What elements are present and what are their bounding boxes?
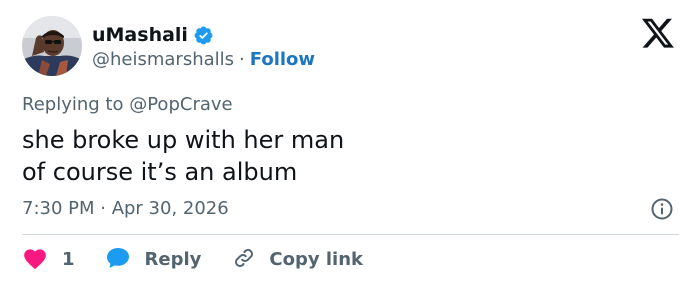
avatar-photo — [22, 16, 82, 76]
reply-button[interactable]: Reply — [105, 246, 202, 274]
replying-prefix: Replying to — [22, 94, 124, 115]
follow-button[interactable]: Follow — [250, 49, 315, 70]
separator-dot: · — [239, 49, 245, 70]
avatar[interactable] — [22, 16, 82, 76]
handle-row: @heismarshalls · Follow — [92, 48, 315, 72]
user-handle[interactable]: @heismarshalls — [92, 49, 234, 70]
divider — [22, 234, 679, 235]
tweet-text: she broke up with her man of course it’s… — [22, 124, 344, 188]
like-count: 1 — [62, 249, 75, 270]
copy-link-button[interactable]: Copy link — [231, 246, 363, 274]
display-name-row: uMashali — [92, 22, 214, 48]
display-name[interactable]: uMashali — [92, 22, 188, 48]
copy-link-label: Copy link — [269, 249, 363, 270]
tweet-text-line: of course it’s an album — [22, 158, 298, 186]
heart-icon — [22, 246, 48, 274]
like-button[interactable]: 1 — [22, 246, 75, 274]
timestamp[interactable]: 7:30 PM · Apr 30, 2026 — [22, 196, 229, 222]
replying-to-mention[interactable]: @PopCrave — [129, 94, 232, 115]
replying-to: Replying to @PopCrave — [22, 92, 233, 118]
tweet-card: uMashali @heismarshalls · Follow Replying … — [0, 0, 700, 287]
x-logo-icon[interactable] — [640, 18, 676, 50]
link-icon — [231, 246, 257, 274]
reply-label: Reply — [144, 249, 202, 270]
speech-bubble-icon — [105, 246, 131, 274]
action-bar: 1 Reply Copy link — [22, 245, 363, 275]
info-icon[interactable] — [650, 197, 674, 221]
verified-badge-icon — [193, 25, 214, 46]
tweet-text-line: she broke up with her man — [22, 126, 345, 154]
